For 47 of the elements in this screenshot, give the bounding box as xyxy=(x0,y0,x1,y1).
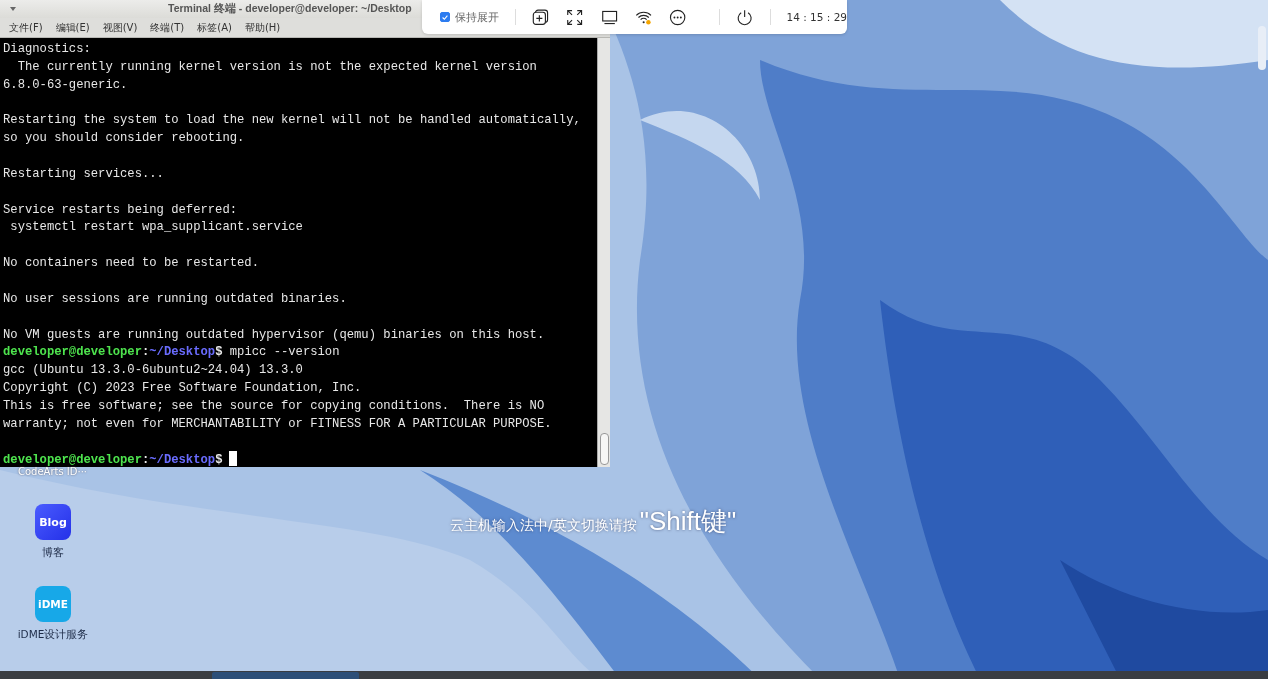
hint-key-text: "Shift键" xyxy=(639,505,737,538)
hint-text: 云主机输入法中/英文切换请按 xyxy=(450,517,637,535)
terminal-line: 6.8.0-63-generic. xyxy=(3,76,129,94)
menu-item[interactable]: 编辑(E) xyxy=(55,20,90,35)
command-text: mpicc --version xyxy=(228,345,340,360)
terminal-line: Service restarts being deferred: xyxy=(3,201,239,219)
scrollbar[interactable] xyxy=(1258,26,1266,70)
scrollbar-thumb[interactable] xyxy=(600,433,609,465)
terminal-line: Diagnostics: xyxy=(3,41,92,58)
prompt-user: developer@developer xyxy=(3,345,142,360)
fullscreen-icon[interactable] xyxy=(566,7,584,27)
menu-item[interactable]: 终端(T) xyxy=(150,20,185,35)
terminal-line: No user sessions are running outdated binaries. xyxy=(3,290,348,308)
add-window-icon[interactable] xyxy=(531,7,550,27)
terminal-line: systemctl restart wpa_supplicant.service xyxy=(9,219,304,237)
prompt-user: developer@developer xyxy=(3,453,142,468)
prompt-path: ~/Desktop xyxy=(149,453,216,468)
terminal-line: warranty; not even for MERCHANTABILITY or FITNESS FOR A PARTICULAR PURPOSE. xyxy=(3,415,553,433)
terminal-line: Restarting services... xyxy=(3,165,165,183)
app-icon[interactable]: Blog xyxy=(35,504,71,540)
power-icon[interactable] xyxy=(736,7,754,27)
terminal-line: No VM guests are running outdated hypervisor (qemu) binaries on this host. xyxy=(3,326,546,344)
terminal-line: The currently running kernel version is not the expected kernel version xyxy=(16,58,538,76)
menu-item[interactable]: 视图(V) xyxy=(102,20,138,35)
terminal-line: Copyright (C) 2023 Free Software Foundation, Inc. xyxy=(3,380,363,398)
desktop-icon-label: iDME设计服务 xyxy=(17,628,89,642)
terminal-line: This is free software; see the source for copying conditions. There is NO xyxy=(3,397,546,415)
prompt-separator: : xyxy=(141,453,150,468)
prompt-symbol: $ xyxy=(215,345,223,360)
checkbox[interactable] xyxy=(440,12,450,22)
prompt-separator: : xyxy=(141,345,150,360)
terminal-line: Restarting the system to load the new kernel will not be handled automatically, xyxy=(3,112,582,130)
terminal-line: gcc (Ubuntu 13.3.0-6ubuntu2~24.04) 13.3.0 xyxy=(3,362,304,380)
window-menu-icon[interactable] xyxy=(10,7,16,11)
desktop-icon-label: CodeArts ID··· xyxy=(18,467,88,477)
terminal-line: No containers need to be restarted. xyxy=(3,255,260,273)
menu-item[interactable]: 文件(F) xyxy=(9,20,43,35)
menu-item[interactable]: 帮助(H) xyxy=(244,20,281,35)
desktop-icon-label: 博客 xyxy=(42,546,64,560)
more-icon[interactable] xyxy=(669,7,687,27)
clock-text: 14 : 15 : 29 xyxy=(786,11,847,23)
window-title: Terminal 终端 - developer@developer: ~/Desktop xyxy=(168,2,412,16)
checkbox-label: 保持展开 xyxy=(455,9,499,25)
prompt-symbol: $ xyxy=(215,453,223,468)
terminal-line: so you should consider rebooting. xyxy=(3,130,246,148)
menu-item[interactable]: 标签(A) xyxy=(197,20,232,35)
prompt-path: ~/Desktop xyxy=(149,345,216,360)
